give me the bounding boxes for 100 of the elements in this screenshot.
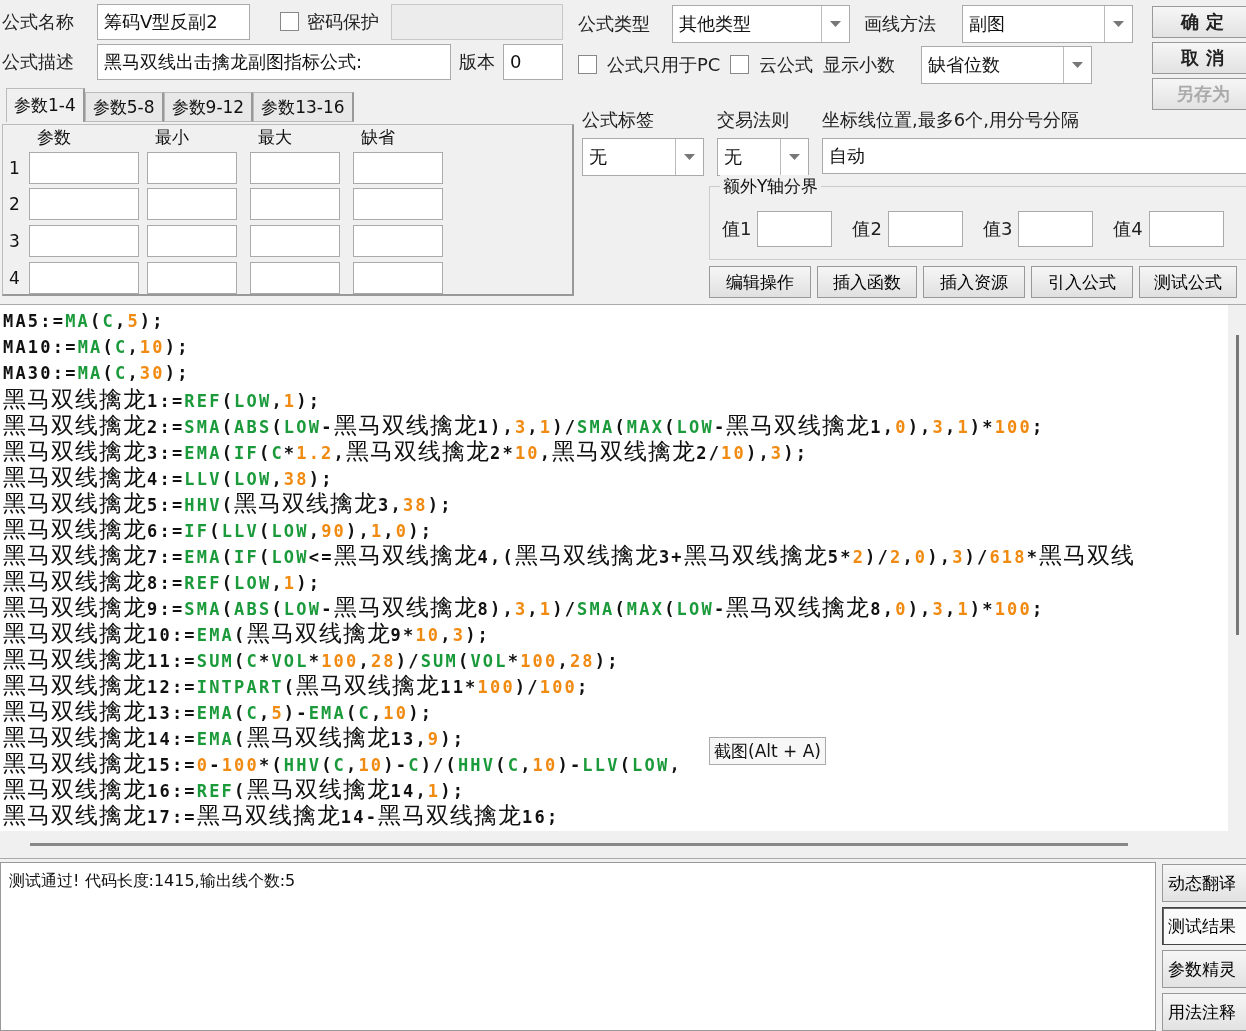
code-line: 黑马双线擒龙17:=黑马双线擒龙14-黑马双线擒龙16; [3, 802, 560, 828]
decimals-select[interactable]: 缺省位数 [921, 45, 1093, 84]
code-line: 黑马双线擒龙3:=EMA(IF(C*1.2,黑马双线擒龙2*10,黑马双线擒龙2/10),3); [3, 438, 809, 464]
field-label: 值2 [852, 217, 882, 241]
action-button[interactable]: 编辑操作 [709, 266, 811, 298]
field-label: 画线方法 [864, 11, 937, 36]
formula-type-select[interactable]: 其他类型 [672, 4, 850, 43]
param-input[interactable] [250, 151, 340, 184]
param-input[interactable] [250, 225, 340, 258]
param-tab[interactable]: 参数9-12 [163, 92, 254, 122]
field-label: 公式描述 [2, 49, 75, 74]
column-header: 参数 [36, 127, 72, 148]
group-title: 额外Y轴分界 [720, 175, 822, 198]
checkbox-label: 云公式 [759, 52, 814, 77]
param-input[interactable] [29, 151, 139, 184]
action-button[interactable]: 测试公式 [1139, 266, 1237, 298]
code-line: 黑马双线擒龙12:=INTPART(黑马双线擒龙11*100)/100; [3, 672, 590, 698]
draw-method-select[interactable]: 副图 [962, 4, 1133, 43]
field-label: 显示小数 [823, 52, 897, 77]
axis-lines-field[interactable]: 自动 [822, 138, 1246, 174]
field-label: 值1 [722, 217, 752, 241]
value-field[interactable] [887, 211, 963, 247]
field-label: 值4 [1113, 217, 1143, 241]
param-input[interactable] [353, 225, 443, 258]
version-field[interactable]: 0 [503, 43, 563, 80]
description-field[interactable]: 黑马双线出击擒龙副图指标公式: [97, 43, 451, 80]
column-header: 最小 [154, 127, 190, 148]
param-input[interactable] [147, 225, 237, 258]
side-button[interactable]: 测试结果 [1162, 907, 1246, 945]
param-input[interactable] [147, 188, 237, 221]
code-line: 黑马双线擒龙5:=HHV(黑马双线擒龙3,38); [3, 490, 453, 516]
column-header: 缺省 [360, 127, 396, 148]
code-line: 黑马双线擒龙4:=LLV(LOW,38); [3, 464, 334, 490]
formula-name-field[interactable]: 筹码V型反副2 [97, 3, 250, 40]
code-line: MA30:=MA(C,30); [3, 362, 190, 385]
code-line: 黑马双线擒龙7:=EMA(IF(LOW<=黑马双线擒龙4,(黑马双线擒龙3+黑马双线擒龙5*2)/2,0),3)/618*黑马双线 [3, 542, 1136, 568]
row-number: 3 [9, 231, 21, 252]
side-button[interactable]: 参数精灵 [1162, 950, 1246, 988]
param-input[interactable] [29, 225, 139, 258]
param-input[interactable] [29, 188, 139, 221]
param-tab[interactable]: 参数13-16 [253, 92, 354, 122]
row-number: 1 [9, 157, 21, 178]
checkbox[interactable] [730, 55, 750, 74]
dropdown-caret-icon [1072, 61, 1084, 68]
field-label: 版本 [459, 49, 495, 74]
code-line: 黑马双线擒龙8:=REF(LOW,1); [3, 568, 322, 594]
param-input[interactable] [147, 151, 237, 184]
field-label: 坐标线位置,最多6个,用分号分隔 [822, 108, 1080, 132]
param-input[interactable] [353, 261, 443, 294]
code-line: 黑马双线擒龙1:=REF(LOW,1); [3, 386, 322, 412]
field-label: 交易法则 [717, 108, 790, 132]
side-button[interactable]: 动态翻译 [1162, 864, 1246, 902]
param-input[interactable] [353, 188, 443, 221]
dialog-button[interactable]: 取 消 [1152, 42, 1246, 74]
column-header: 最大 [257, 127, 293, 148]
row-number: 2 [9, 194, 21, 215]
formula-tag-select[interactable]: 无 [582, 138, 704, 176]
param-input[interactable] [29, 261, 139, 294]
code-line: 黑马双线擒龙9:=SMA(ABS(LOW-黑马双线擒龙8),3,1)/SMA(MAX(LOW-黑马双线擒龙8,0),3,1)*100; [3, 594, 1045, 620]
code-line: 黑马双线擒龙13:=EMA(C,5)-EMA(C,10); [3, 698, 434, 724]
field-label: 公式类型 [578, 11, 651, 36]
code-line: 黑马双线擒龙14:=EMA(黑马双线擒龙13,9); [3, 724, 466, 750]
dropdown-caret-icon [684, 154, 695, 160]
code-line: 黑马双线擒龙2:=SMA(ABS(LOW-黑马双线擒龙1),3,1)/SMA(MAX(LOW-黑马双线擒龙1,0),3,1)*100; [3, 412, 1045, 438]
param-input[interactable] [250, 188, 340, 221]
trade-rule-select[interactable]: 无 [717, 138, 809, 176]
checkbox[interactable] [280, 12, 299, 31]
checkbox[interactable] [578, 55, 597, 74]
param-input[interactable] [353, 151, 443, 184]
action-button[interactable]: 插入资源 [923, 266, 1025, 298]
result-text: 测试通过! 代码长度:1415,输出线个数:5 [0, 862, 1156, 1031]
dropdown-caret-icon [789, 154, 800, 160]
tooltip: 截图(Alt + A) [709, 737, 826, 765]
field-label: 公式标签 [582, 108, 655, 132]
dialog-button[interactable]: 确 定 [1152, 6, 1246, 38]
code-line: MA5:=MA(C,5); [3, 310, 165, 333]
code-line: 黑马双线擒龙10:=EMA(黑马双线擒龙9*10,3); [3, 620, 490, 646]
code-line: 黑马双线擒龙16:=REF(黑马双线擒龙14,1); [3, 776, 466, 802]
param-input[interactable] [250, 261, 340, 294]
scrollbar-thumb[interactable] [30, 843, 1128, 846]
param-tab[interactable]: 参数5-8 [84, 92, 164, 122]
code-line: 黑马双线擒龙6:=IF(LLV(LOW,90),1,0); [3, 516, 434, 542]
password-field[interactable] [391, 3, 563, 40]
field-label: 公式名称 [2, 9, 75, 34]
scrollbar-thumb[interactable] [1235, 335, 1239, 635]
value-field[interactable] [757, 211, 833, 247]
code-line: MA10:=MA(C,10); [3, 336, 190, 359]
value-field[interactable] [1018, 211, 1094, 247]
row-number: 4 [9, 267, 21, 288]
dropdown-caret-icon [1113, 20, 1124, 27]
param-input[interactable] [147, 261, 237, 294]
side-button[interactable]: 用法注释 [1162, 993, 1246, 1031]
checkbox-label: 密码保护 [307, 9, 379, 34]
field-label: 值3 [982, 217, 1013, 241]
code-line: 黑马双线擒龙15:=0-100*(HHV(C,10)-C)/(HHV(C,10)-LLV(LOW, [3, 750, 682, 776]
action-button[interactable]: 引入公式 [1031, 266, 1133, 298]
dropdown-caret-icon [830, 20, 841, 27]
action-button[interactable]: 插入函数 [817, 266, 917, 298]
value-field[interactable] [1148, 211, 1224, 247]
param-tab[interactable]: 参数1-4 [6, 88, 85, 122]
